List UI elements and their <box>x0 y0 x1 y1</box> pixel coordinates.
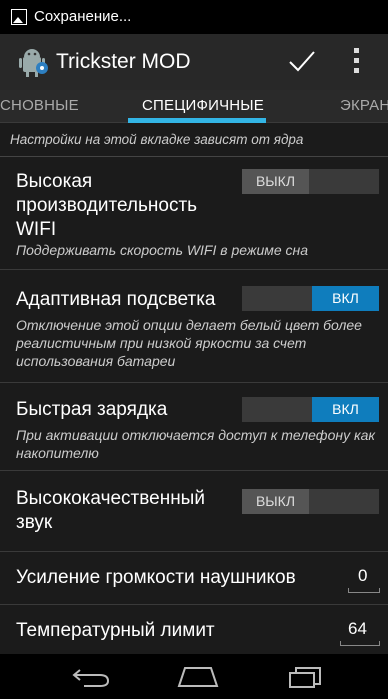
checkmark-icon[interactable] <box>286 46 318 78</box>
list-header: Настройки на этой вкладке зависят от ядр… <box>0 123 388 157</box>
back-icon[interactable] <box>70 666 112 688</box>
value-underline <box>348 588 380 593</box>
image-icon <box>11 9 27 25</box>
recents-icon[interactable] <box>287 665 323 689</box>
home-icon[interactable] <box>175 665 221 689</box>
toggle-off-label: ВЫКЛ <box>242 489 309 514</box>
toggle-on-label: ВКЛ <box>312 397 379 422</box>
toggle-off-label: ВЫКЛ <box>242 169 309 194</box>
list-header-text: Настройки на этой вкладке зависят от ядр… <box>10 132 304 147</box>
adaptive-backlight-toggle[interactable]: ВКЛ <box>242 286 379 311</box>
setting-wifi-performance[interactable]: Высокая производительность WIFI ВЫКЛ Под… <box>0 157 388 270</box>
temperature-limit-value[interactable]: 64 <box>348 619 367 639</box>
tab-specific[interactable]: СПЕЦИФИЧНЫЕ <box>142 97 264 114</box>
wifi-performance-toggle[interactable]: ВЫКЛ <box>242 169 379 194</box>
setting-title: Быстрая зарядка <box>16 399 168 420</box>
setting-title: Высококачественный звук <box>16 488 205 533</box>
app-title: Trickster MOD <box>56 50 191 73</box>
hq-sound-toggle[interactable]: ВЫКЛ <box>242 489 379 514</box>
setting-summary: Отключение этой опции делает белый цвет … <box>16 317 362 369</box>
setting-summary: Поддерживать скорость WIFI в режиме сна <box>16 242 309 258</box>
setting-title: Адаптивная подсветка <box>16 289 216 310</box>
navigation-bar <box>0 654 388 699</box>
status-text: Сохранение... <box>34 8 132 25</box>
tab-basic[interactable]: СНОВНЫЕ <box>0 97 79 114</box>
setting-summary: При активации отключается доступ к телеф… <box>16 427 375 461</box>
setting-title: Высокая производительность WIFI <box>16 171 198 240</box>
setting-fast-charge[interactable]: Быстрая зарядка ВКЛ При активации отключ… <box>0 383 388 471</box>
fast-charge-toggle[interactable]: ВКЛ <box>242 397 379 422</box>
value-underline <box>340 641 380 646</box>
setting-hq-sound[interactable]: Высококачественный звук ВЫКЛ <box>0 471 388 552</box>
setting-adaptive-backlight[interactable]: Адаптивная подсветка ВКЛ Отключение этой… <box>0 270 388 383</box>
setting-title: Усиление громкости наушников <box>16 567 296 588</box>
settings-list: Настройки на этой вкладке зависят от ядр… <box>0 123 388 654</box>
overflow-menu-icon[interactable] <box>353 48 361 76</box>
toggle-on-label: ВКЛ <box>312 286 379 311</box>
action-bar: Trickster MOD <box>0 34 388 90</box>
setting-temperature-limit[interactable]: Температурный лимит 64 <box>0 605 388 653</box>
tab-screen[interactable]: ЭКРАН <box>340 97 388 114</box>
status-bar: Сохранение... <box>0 0 388 34</box>
android-app-icon[interactable] <box>16 46 50 78</box>
headphone-gain-value[interactable]: 0 <box>358 566 367 586</box>
setting-title: Температурный лимит <box>16 620 215 641</box>
setting-headphone-gain[interactable]: Усиление громкости наушников 0 <box>0 552 388 605</box>
